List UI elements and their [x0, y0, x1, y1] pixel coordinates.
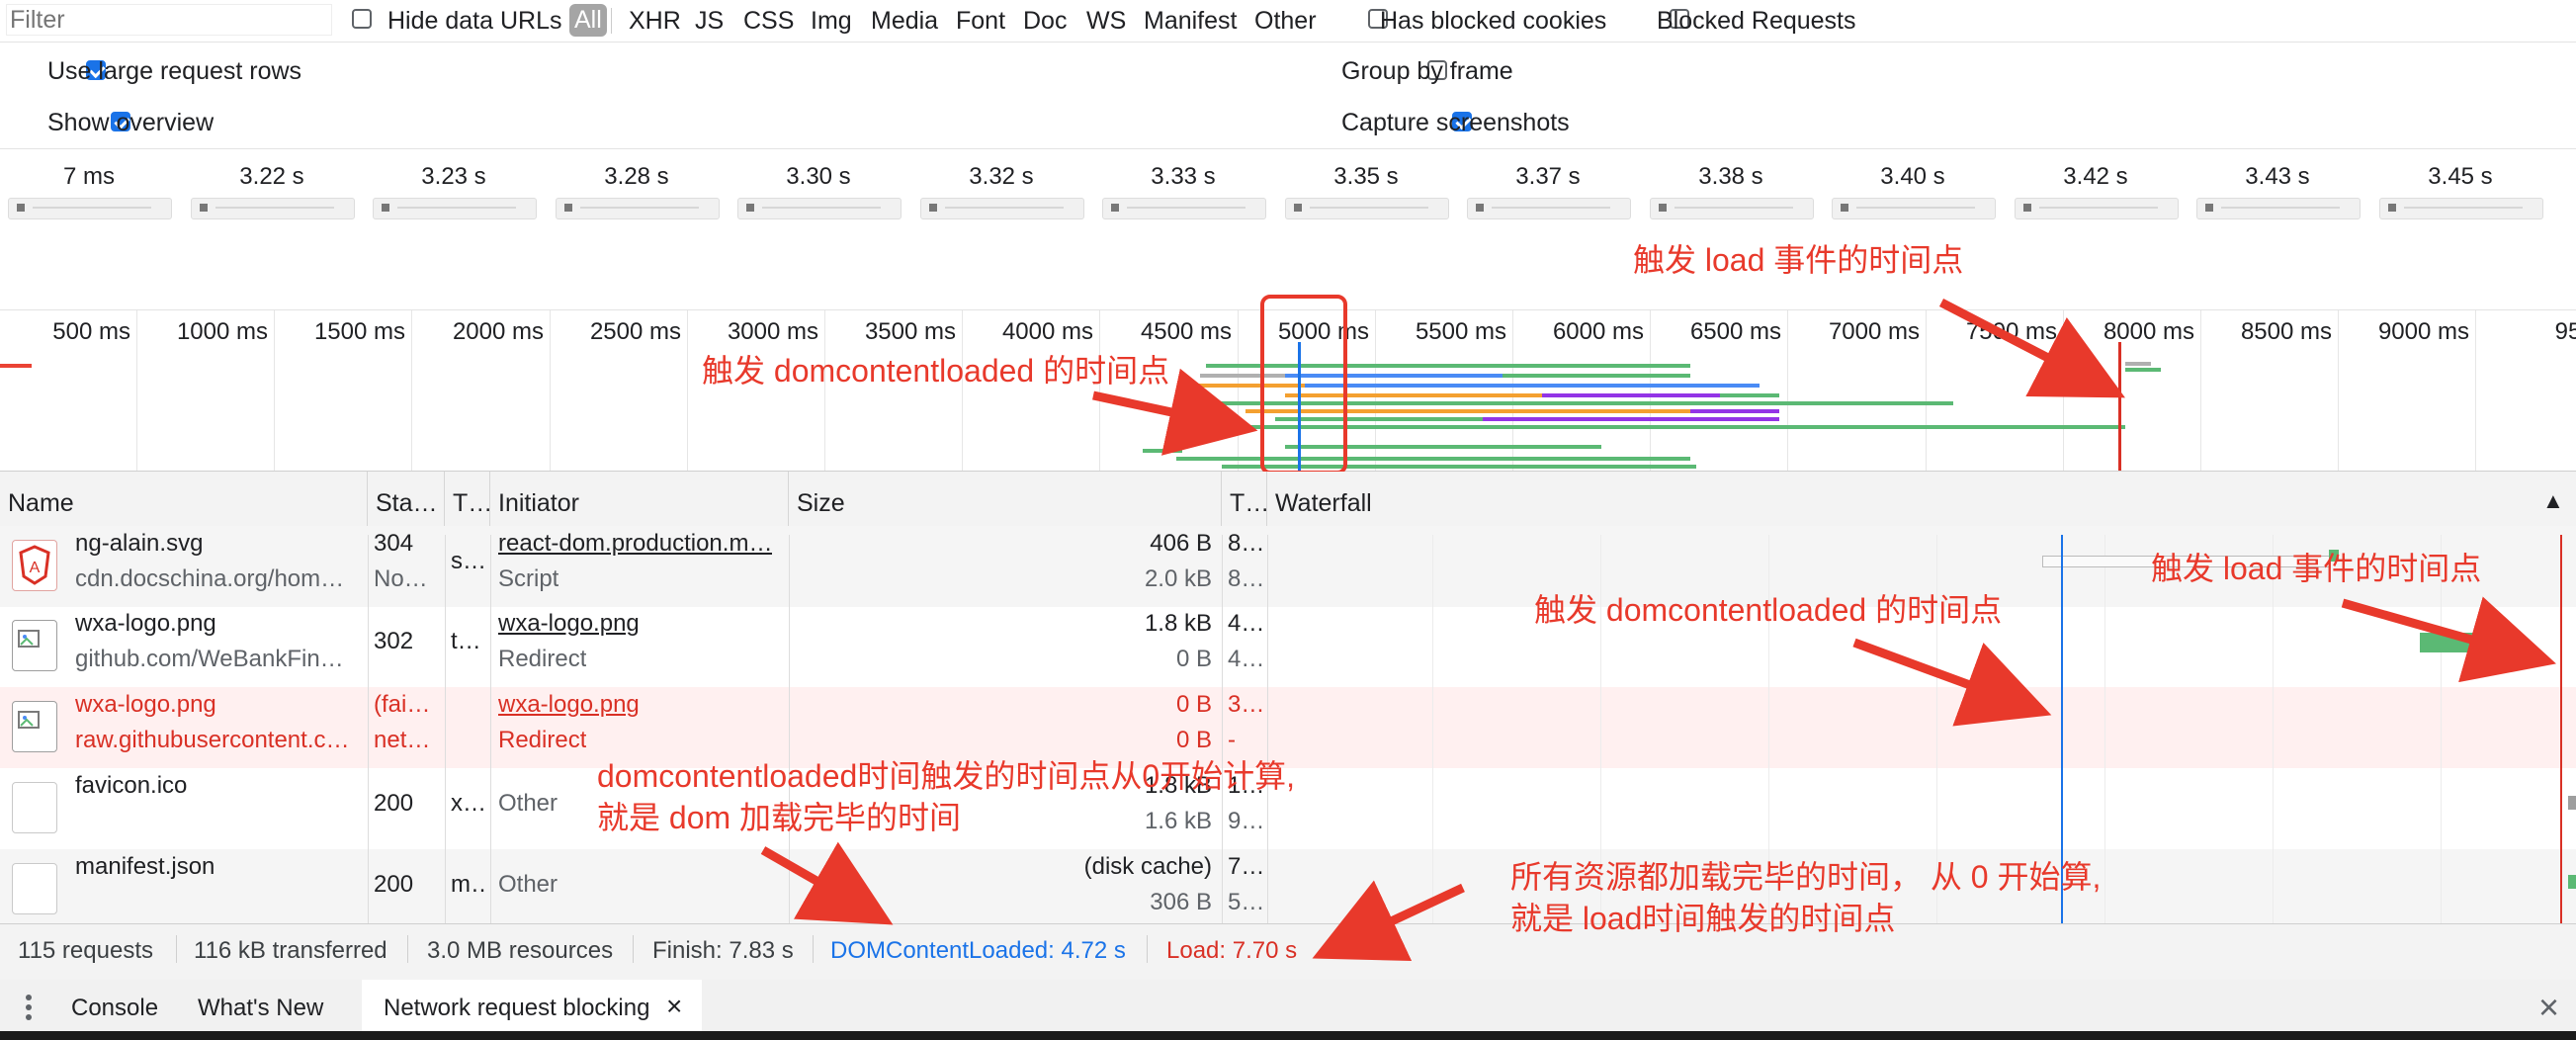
- arrow: [1852, 638, 2052, 727]
- arrow: [1938, 299, 2125, 398]
- annotation-arrows: [760, 299, 2556, 962]
- arrow: [2341, 596, 2556, 683]
- arrow: [760, 841, 894, 925]
- arrow: [1312, 880, 1465, 962]
- arrow: [1092, 368, 1258, 456]
